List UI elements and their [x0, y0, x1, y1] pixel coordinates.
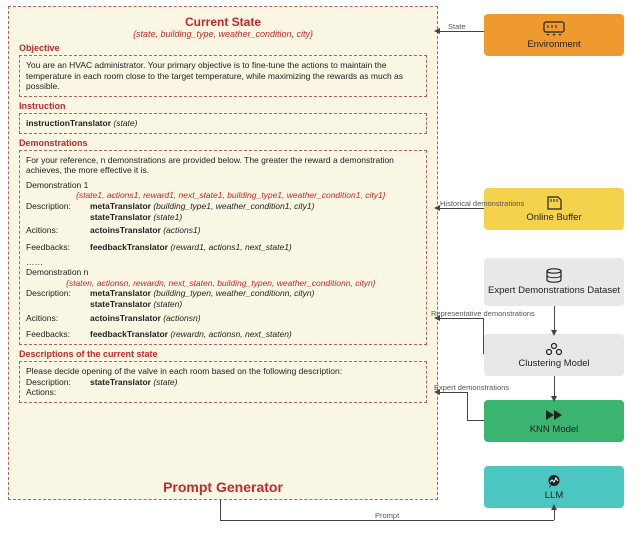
demo1-desc-row: Description: metaTranslator (building_ty…	[26, 201, 420, 222]
actions-label-1: Acitions:	[26, 225, 86, 236]
sd-card-icon	[545, 196, 563, 210]
chat-icon	[545, 474, 563, 488]
demo1-label: Demonstration 1	[26, 180, 420, 191]
desc-label-n: Description:	[26, 288, 86, 309]
knn-module: KNN Model	[484, 400, 624, 442]
demos-header: Demonstrations	[19, 138, 427, 148]
metan-arg: (building_typen, weather_conditionn, cit…	[153, 288, 314, 298]
descstate-fn: stateTranslator	[90, 377, 151, 387]
objective-box: You are an HVAC administrator. Your prim…	[19, 55, 427, 97]
state-arrow	[438, 31, 484, 32]
repr-arrow-v	[483, 318, 484, 354]
repr-arrow-label: Representative demonstrations	[431, 309, 535, 318]
instruction-box: instructionTranslator (state)	[19, 113, 427, 134]
cluster-module: Clustering Model	[484, 334, 624, 376]
demo1-actions-row: Acitions: actoinsTranslator (actions1)	[26, 225, 420, 236]
meta-fn-n: metaTranslator	[90, 288, 151, 298]
repr-arrow-h	[438, 318, 484, 319]
demos-box: For your reference, n demonstrations are…	[19, 150, 427, 345]
feedbackn-arg: (rewardn, actionsn, next_staten)	[170, 329, 291, 339]
dataset-label: Expert Demonstrations Dataset	[488, 286, 620, 296]
meta1-arg: (building_type1, weather_condition1, cit…	[153, 201, 314, 211]
expert-arrow-h2	[467, 420, 484, 421]
instruction-header: Instruction	[19, 101, 427, 111]
demon-feedback-row: Feedbacks: feedbackTranslator (rewardn, …	[26, 329, 420, 340]
state-fn-1: stateTranslator	[90, 212, 151, 222]
feedbacks-label-n: Feedbacks:	[26, 329, 86, 340]
descstate-actions-label: Actions:	[26, 387, 420, 398]
actionsn-arg: (actionsn)	[163, 313, 200, 323]
cluster-knn-arrowhead	[551, 396, 557, 402]
expert-arrow-v	[467, 392, 468, 420]
current-state-tuple: {state, building_type, weather_condition…	[19, 29, 427, 39]
feedbacks-label-1: Feedbacks:	[26, 242, 86, 253]
buffer-module: Online Buffer	[484, 188, 624, 230]
actions1-arg: (actions1)	[163, 225, 200, 235]
descstate-body: Please decide opening of the valve in ea…	[26, 366, 420, 377]
hist-arrow	[438, 208, 484, 209]
demo1-tuple: {state1, actions1, reward1, next_state1,…	[26, 190, 420, 201]
expert-arrow-h	[438, 392, 468, 393]
demon-label: Demonstration n	[26, 267, 420, 278]
demo1-feedback-row: Feedbacks: feedbackTranslator (reward1, …	[26, 242, 420, 253]
prompt-panel: Current State {state, building_type, wea…	[8, 6, 438, 500]
state-arrowhead	[434, 28, 440, 34]
descstate-arg: (state)	[153, 377, 177, 387]
environment-label: Environment	[527, 39, 580, 50]
environment-module: Environment	[484, 14, 624, 56]
environment-icon	[543, 21, 565, 37]
demon-desc-row: Description: metaTranslator (building_ty…	[26, 288, 420, 309]
state-fn-n: stateTranslator	[90, 299, 151, 309]
cluster-label: Clustering Model	[518, 358, 589, 369]
feedback-fn-n: feedbackTranslator	[90, 329, 168, 339]
llm-module: LLM	[484, 466, 624, 508]
demon-tuple: {staten, actionsn, rewardn, next_staten,…	[26, 278, 420, 289]
descstate-desc-label: Description:	[26, 377, 86, 388]
dataset-module: Expert Demonstrations Dataset	[484, 258, 624, 306]
feedback-fn-1: feedbackTranslator	[90, 242, 168, 252]
demos-intro: For your reference, n demonstrations are…	[26, 155, 420, 176]
state-arrow-label: State	[448, 22, 466, 31]
instruction-arg: (state)	[113, 118, 137, 128]
desc-label: Description:	[26, 201, 86, 222]
panel-footer: Prompt Generator	[9, 479, 437, 495]
prompt-arrowhead	[551, 504, 557, 510]
instruction-fn: instructionTranslator	[26, 118, 111, 128]
staten-arg: (staten)	[153, 299, 182, 309]
prompt-arrow-label: Prompt	[375, 511, 399, 520]
actions-fn-n: actoinsTranslator	[90, 313, 161, 323]
descstate-header: Descriptions of the current state	[19, 349, 427, 359]
ellipsis: ……	[26, 257, 420, 268]
database-icon	[545, 268, 563, 284]
cluster-icon	[544, 342, 564, 356]
hist-arrow-label: Historical demonstrations	[440, 199, 524, 208]
objective-header: Objective	[19, 43, 427, 53]
current-state-title: Current State	[19, 15, 427, 29]
feedback1-arg: (reward1, actions1, next_state1)	[170, 242, 291, 252]
expert-arrow-label: Expert demonstrations	[434, 383, 509, 392]
knn-icon	[544, 408, 564, 422]
actions-fn-1: actoinsTranslator	[90, 225, 161, 235]
prompt-arrow-v	[220, 500, 221, 520]
prompt-arrow-h	[220, 520, 554, 521]
knn-label: KNN Model	[530, 424, 579, 435]
dataset-cluster-arrowhead	[551, 330, 557, 336]
demon-actions-row: Acitions: actoinsTranslator (actionsn)	[26, 313, 420, 324]
state1-arg: (state1)	[153, 212, 182, 222]
llm-label: LLM	[545, 490, 563, 501]
descstate-box: Please decide opening of the valve in ea…	[19, 361, 427, 403]
meta-fn-1: metaTranslator	[90, 201, 151, 211]
actions-label-n: Acitions:	[26, 313, 86, 324]
buffer-label: Online Buffer	[526, 212, 581, 223]
